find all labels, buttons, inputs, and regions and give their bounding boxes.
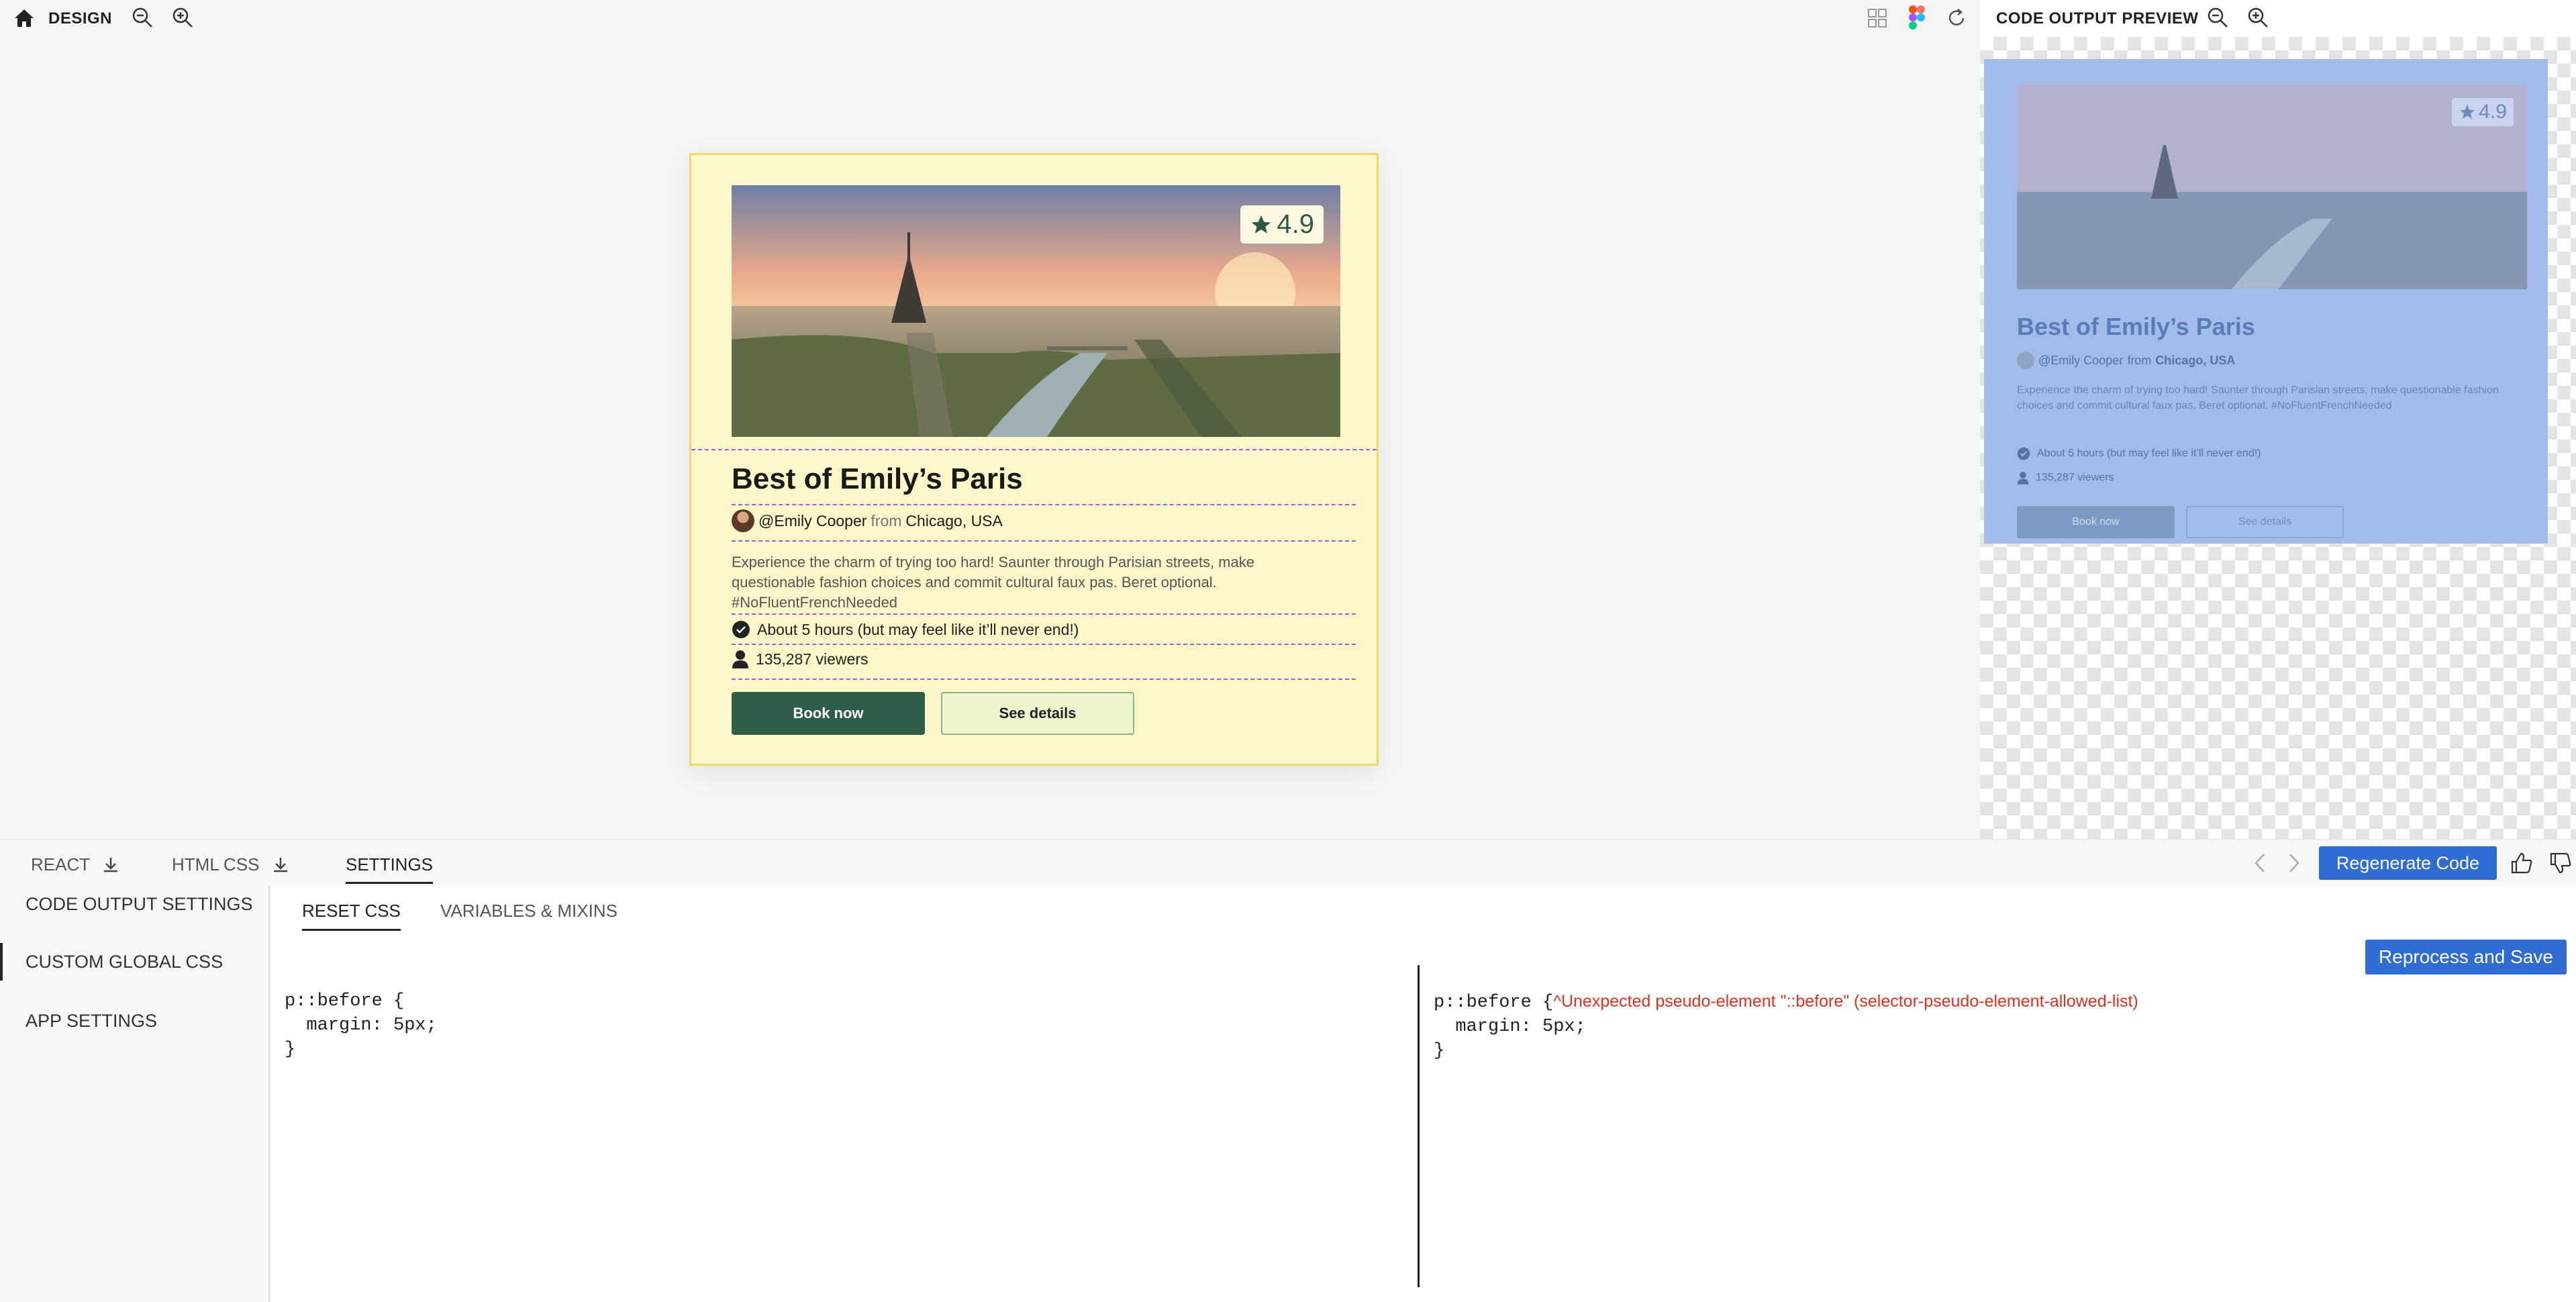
tab-variables-mixins[interactable]: VARIABLES & MIXINS bbox=[440, 901, 617, 921]
tab-react-label: REACT bbox=[31, 854, 91, 874]
rating-value: 4.9 bbox=[1277, 209, 1314, 239]
guide-line bbox=[732, 613, 1356, 615]
code-line: p::before { bbox=[1434, 993, 1554, 1013]
css-editor-area: RESET CSS VARIABLES & MIXINS Reprocess a… bbox=[271, 886, 2576, 1302]
tab-reset-css[interactable]: RESET CSS bbox=[302, 901, 401, 931]
grid-view-icon[interactable] bbox=[1867, 8, 1887, 28]
lint-error-message: ^Unexpected pseudo-element "::before" (s… bbox=[1553, 992, 2138, 1011]
preview-hero-image: 4.9 bbox=[2017, 85, 2527, 289]
author-row: @Emily Cooper from Chicago, USA bbox=[732, 509, 1003, 532]
sidebar-item-code-output-settings[interactable]: CODE OUTPUT SETTINGS bbox=[26, 894, 253, 915]
thumbs-up-icon[interactable] bbox=[2510, 852, 2533, 874]
preview-viewers-text: 135,287 viewers bbox=[2036, 472, 2114, 483]
avatar bbox=[732, 509, 754, 532]
regenerate-code-button[interactable]: Regenerate Code bbox=[2319, 846, 2497, 880]
preview-description: Experience the charm of trying too hard!… bbox=[2017, 385, 2499, 411]
author-name[interactable]: @Emily Cooper bbox=[758, 512, 866, 530]
duration-text: About 5 hours (but may feel like it’ll n… bbox=[757, 620, 1079, 638]
editor-divider[interactable] bbox=[1418, 965, 1420, 1287]
design-canvas[interactable]: 4.9 Best of Emily’s Paris @Emily Cooper … bbox=[0, 37, 1980, 839]
sidebar-item-app-settings[interactable]: APP SETTINGS bbox=[26, 1011, 157, 1032]
tab-settings[interactable]: SETTINGS bbox=[346, 854, 434, 884]
person-icon bbox=[732, 650, 749, 668]
avatar bbox=[2017, 352, 2034, 369]
duration-row: About 5 hours (but may feel like it’ll n… bbox=[732, 620, 1079, 639]
design-toolbar: DESIGN bbox=[0, 0, 1980, 37]
output-tabs: REACT HTML CSS SETTINGS Regenerate Code bbox=[0, 839, 2576, 886]
code-output-preview[interactable]: 4.9 Best of Emily’s Paris @Emily Cooper … bbox=[1980, 37, 2576, 839]
person-icon bbox=[2017, 471, 2029, 485]
preview-location: Chicago, USA bbox=[2155, 353, 2236, 367]
design-title: DESIGN bbox=[48, 9, 113, 28]
preview-toolbar: CODE OUTPUT PREVIEW bbox=[1980, 0, 2576, 37]
refresh-icon[interactable] bbox=[1946, 8, 1967, 28]
code-line: p::before { bbox=[285, 991, 405, 1011]
preview-duration-row: About 5 hours (but may feel like it’ll n… bbox=[2017, 447, 2261, 460]
sidebar-item-custom-global-css[interactable]: CUSTOM GLOBAL CSS bbox=[26, 952, 223, 972]
css-input-editor[interactable]: p::before { margin: 5px;} bbox=[285, 989, 437, 1062]
tab-html-css[interactable]: HTML CSS bbox=[172, 854, 289, 875]
thumbs-down-icon[interactable] bbox=[2549, 852, 2572, 874]
see-details-button[interactable]: See details bbox=[941, 692, 1134, 735]
preview-book-now-button[interactable]: Book now bbox=[2017, 506, 2175, 538]
star-icon bbox=[2459, 103, 2476, 121]
preview-from-label: from bbox=[2127, 353, 2152, 367]
chevron-right-icon[interactable] bbox=[2286, 852, 2302, 874]
from-label: from bbox=[871, 511, 902, 530]
code-line: } bbox=[1434, 1041, 1445, 1061]
guide-line bbox=[732, 644, 1356, 645]
preview-title: CODE OUTPUT PREVIEW bbox=[1996, 9, 2199, 28]
preview-card-title: Best of Emily’s Paris bbox=[2017, 313, 2255, 340]
star-icon bbox=[1250, 213, 1273, 236]
zoom-out-icon[interactable] bbox=[2207, 7, 2228, 28]
zoom-out-icon[interactable] bbox=[132, 7, 153, 28]
reprocess-and-save-button[interactable]: Reprocess and Save bbox=[2365, 940, 2567, 974]
preview-author-row: @Emily Cooper from Chicago, USA bbox=[2017, 352, 2235, 369]
figma-icon[interactable] bbox=[1909, 5, 1925, 30]
settings-sidebar: CODE OUTPUT SETTINGS CUSTOM GLOBAL CSS A… bbox=[0, 886, 270, 1302]
tab-react[interactable]: REACT bbox=[31, 854, 119, 875]
preview-author-name: @Emily Cooper bbox=[2038, 353, 2124, 367]
chevron-left-icon[interactable] bbox=[2252, 852, 2268, 874]
card-description: Experience the charm of trying too hard!… bbox=[732, 554, 1254, 611]
viewers-row: 135,287 viewers bbox=[732, 650, 869, 668]
active-indicator bbox=[0, 943, 3, 981]
guide-line bbox=[732, 540, 1356, 542]
zoom-in-icon[interactable] bbox=[172, 7, 193, 28]
paris-hero-image: 4.9 bbox=[732, 185, 1340, 437]
preview-rating-badge: 4.9 bbox=[2452, 98, 2514, 126]
card-title: Best of Emily’s Paris bbox=[732, 462, 1023, 495]
guide-line bbox=[691, 449, 1377, 450]
guide-line bbox=[732, 504, 1356, 505]
preview-viewers-row: 135,287 viewers bbox=[2017, 471, 2114, 485]
rating-badge: 4.9 bbox=[1240, 205, 1324, 244]
location: Chicago, USA bbox=[905, 511, 1003, 530]
clock-check-icon bbox=[732, 620, 750, 639]
tour-card[interactable]: 4.9 Best of Emily’s Paris @Emily Cooper … bbox=[689, 153, 1379, 766]
viewers-text: 135,287 viewers bbox=[756, 650, 869, 668]
preview-duration-text: About 5 hours (but may feel like it’ll n… bbox=[2037, 448, 2261, 459]
book-now-button[interactable]: Book now bbox=[732, 692, 925, 735]
preview-rating-value: 4.9 bbox=[2479, 101, 2507, 123]
tab-settings-label: SETTINGS bbox=[346, 854, 434, 874]
css-output-editor: p::before {^Unexpected pseudo-element ":… bbox=[1434, 989, 2138, 1063]
download-icon[interactable] bbox=[102, 856, 119, 874]
zoom-in-icon[interactable] bbox=[2247, 7, 2269, 28]
code-line: } bbox=[285, 1040, 296, 1060]
code-line: margin: 5px; bbox=[285, 1015, 437, 1036]
download-icon[interactable] bbox=[272, 856, 289, 874]
home-icon[interactable] bbox=[13, 8, 35, 28]
preview-card: 4.9 Best of Emily’s Paris @Emily Cooper … bbox=[1984, 59, 2548, 544]
code-line: margin: 5px; bbox=[1434, 1017, 1586, 1037]
tab-html-css-label: HTML CSS bbox=[172, 854, 260, 874]
clock-check-icon bbox=[2017, 447, 2030, 460]
guide-line bbox=[732, 679, 1356, 680]
preview-see-details-button[interactable]: See details bbox=[2186, 506, 2344, 538]
